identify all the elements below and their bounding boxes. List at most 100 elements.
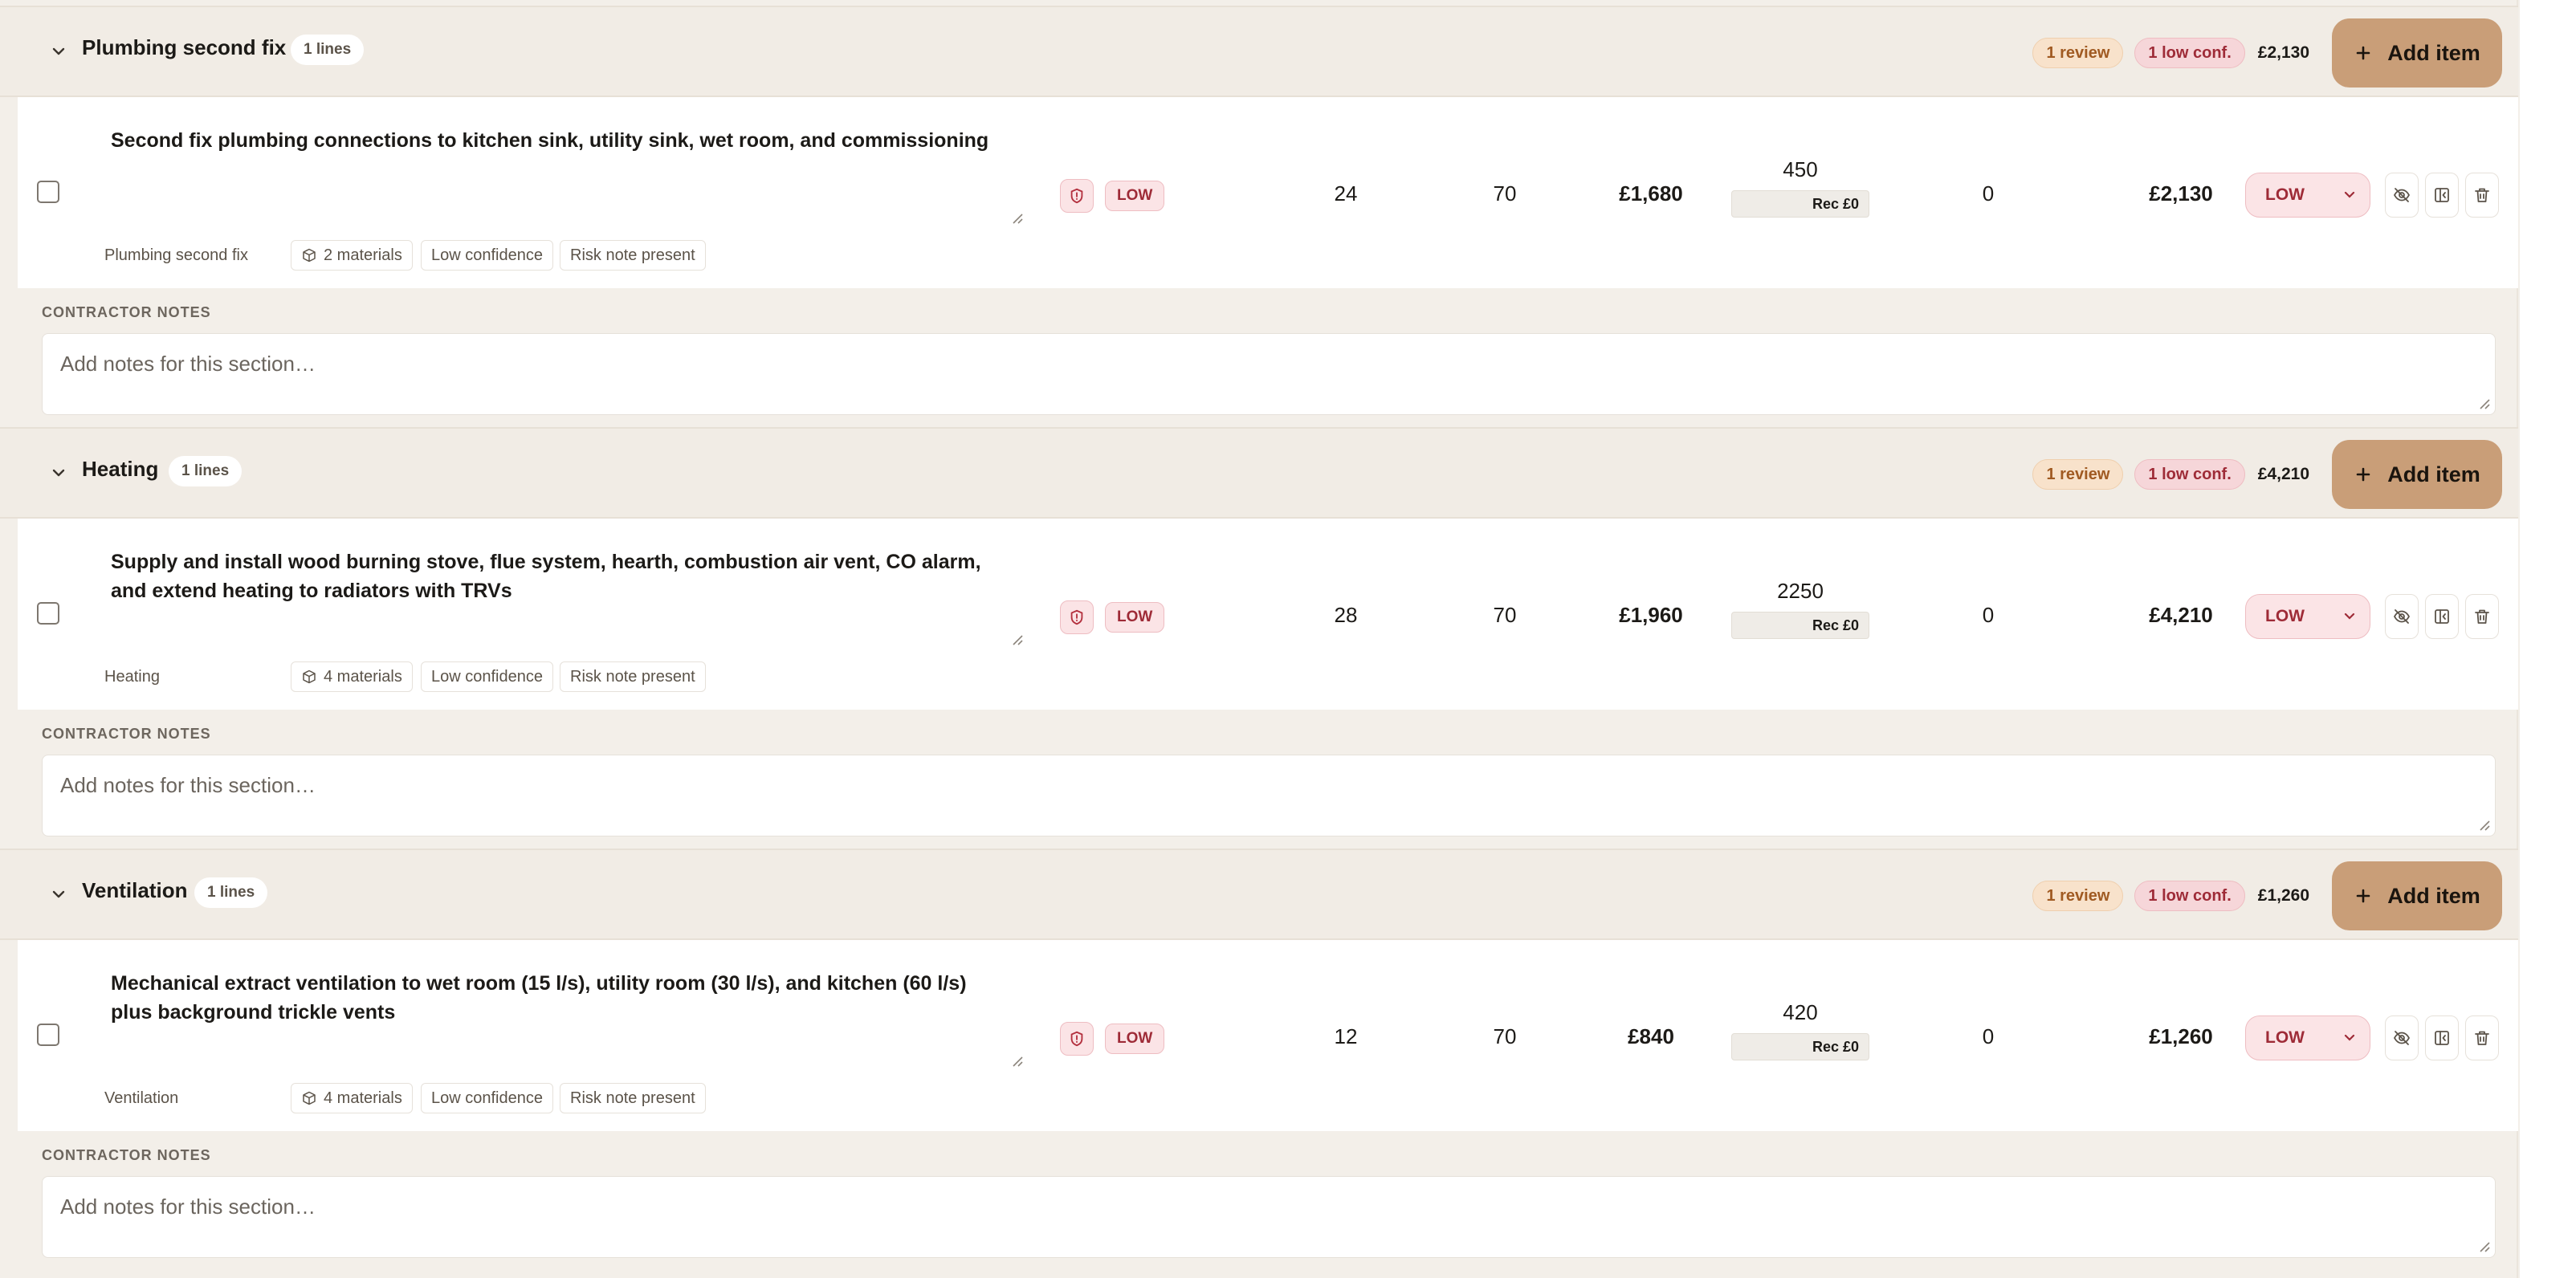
confidence-select[interactable]: LOW [2245, 173, 2370, 218]
section-total: £1,260 [2257, 886, 2309, 905]
chevron-down-icon [2344, 613, 2355, 620]
trash-icon[interactable] [2465, 1015, 2499, 1060]
box-icon [303, 1091, 316, 1105]
contractor-notes-input[interactable]: Add notes for this section… [42, 1176, 2496, 1258]
risk-badge: LOW [1105, 1024, 1165, 1054]
trash-icon[interactable] [2465, 173, 2499, 218]
confidence-select[interactable]: LOW [2245, 594, 2370, 639]
low-confidence-tag: Low confidence [421, 661, 553, 692]
quantity-value[interactable]: 12 [1298, 1024, 1394, 1049]
section-ventilation: Ventilation 1 lines 1 review 1 low conf.… [0, 849, 2518, 1270]
line-total: £2,130 [2149, 181, 2213, 206]
materials-tag[interactable]: 4 materials [291, 1083, 413, 1113]
line-item-row: Supply and install wood burning stove, f… [18, 519, 2518, 710]
line-total: £1,260 [2149, 1024, 2213, 1048]
line-description[interactable]: Mechanical extract ventilation to wet ro… [111, 969, 1042, 1086]
resize-handle-icon[interactable] [1010, 1054, 1023, 1067]
materials-cell: 2250 Rec £0 [1731, 576, 1869, 639]
resize-handle-icon[interactable] [1010, 211, 1023, 224]
panel-icon[interactable] [2425, 173, 2459, 218]
materials-tag[interactable]: 4 materials [291, 661, 413, 692]
quantity-value[interactable]: 28 [1298, 603, 1394, 628]
low-confidence-badge: 1 low conf. [2134, 459, 2245, 490]
eye-off-icon[interactable] [2385, 173, 2419, 218]
notes-placeholder: Add notes for this section… [60, 352, 316, 376]
box-icon [303, 670, 316, 684]
rate-value[interactable]: 70 [1457, 1024, 1553, 1049]
low-confidence-tag: Low confidence [421, 240, 553, 271]
chevron-down-icon[interactable] [47, 461, 71, 485]
rate-value[interactable]: 70 [1457, 603, 1553, 628]
section-title: Heating [82, 457, 159, 481]
plus-icon [2356, 46, 2370, 60]
materials-value[interactable]: 2250 [1731, 576, 1869, 605]
resize-handle-icon[interactable] [2477, 397, 2490, 409]
section-header-actions: 1 review 1 low conf. £2,130 Add item [2032, 18, 2502, 88]
materials-tag[interactable]: 2 materials [291, 240, 413, 271]
category-label: Ventilation [104, 1089, 179, 1107]
line-description[interactable]: Supply and install wood burning stove, f… [111, 547, 1042, 665]
category-label: Plumbing second fix [104, 246, 248, 264]
quantity-value[interactable]: 24 [1298, 181, 1394, 206]
row-checkbox[interactable] [37, 181, 59, 203]
line-count-badge: 1 lines [169, 456, 243, 486]
materials-value[interactable]: 450 [1731, 155, 1869, 184]
low-confidence-badge: 1 low conf. [2134, 38, 2245, 68]
section-header: Plumbing second fix 1 lines 1 review 1 l… [0, 6, 2518, 97]
confidence-value: LOW [2265, 1028, 2305, 1047]
trash-icon[interactable] [2465, 594, 2499, 639]
review-badge: 1 review [2032, 881, 2124, 911]
contractor-notes-input[interactable]: Add notes for this section… [42, 755, 2496, 836]
panel-icon[interactable] [2425, 1015, 2459, 1060]
line-count-badge: 1 lines [194, 877, 268, 908]
section-plumbing-second-fix: Plumbing second fix 1 lines 1 review 1 l… [0, 6, 2518, 427]
section-header: Ventilation 1 lines 1 review 1 low conf.… [0, 849, 2518, 940]
risk-note-tag: Risk note present [560, 1083, 706, 1113]
resize-handle-icon[interactable] [1010, 633, 1023, 645]
line-count-badge: 1 lines [291, 35, 365, 65]
add-item-label: Add item [2387, 40, 2480, 65]
row-checkbox[interactable] [37, 1024, 59, 1046]
resize-handle-icon[interactable] [2477, 818, 2490, 831]
risk-note-tag: Risk note present [560, 661, 706, 692]
section-total: £4,210 [2257, 465, 2309, 483]
chevron-down-icon[interactable] [47, 882, 71, 906]
right-gutter [2520, 0, 2576, 1278]
panel-icon[interactable] [2425, 594, 2459, 639]
estimate-sections-canvas: Plumbing second fix 1 lines 1 review 1 l… [0, 0, 2576, 1278]
rate-value[interactable]: 70 [1457, 181, 1553, 206]
add-item-button[interactable]: Add item [2332, 440, 2502, 509]
contractor-notes-label: CONTRACTOR NOTES [42, 726, 211, 742]
eye-off-icon[interactable] [2385, 594, 2419, 639]
confidence-select[interactable]: LOW [2245, 1015, 2370, 1060]
line-description[interactable]: Second fix plumbing connections to kitch… [111, 126, 1042, 243]
shield-alert-icon [1060, 179, 1094, 213]
add-item-button[interactable]: Add item [2332, 18, 2502, 88]
section-title: Plumbing second fix [82, 35, 287, 59]
section-header-actions: 1 review 1 low conf. £4,210 Add item [2032, 440, 2502, 509]
shield-alert-icon [1060, 600, 1094, 634]
section-header-actions: 1 review 1 low conf. £1,260 Add item [2032, 861, 2502, 930]
materials-cell: 420 Rec £0 [1731, 998, 1869, 1060]
chevron-down-icon [2344, 1034, 2355, 1041]
section-header: Heating 1 lines 1 review 1 low conf. £4,… [0, 427, 2518, 519]
row-checkbox[interactable] [37, 602, 59, 625]
resize-handle-icon[interactable] [2477, 1239, 2490, 1252]
extra-value[interactable]: 0 [1940, 603, 2036, 628]
extra-value[interactable]: 0 [1940, 181, 2036, 206]
low-confidence-tag: Low confidence [421, 1083, 553, 1113]
add-item-button[interactable]: Add item [2332, 861, 2502, 930]
eye-off-icon[interactable] [2385, 1015, 2419, 1060]
labour-total: £1,680 [1619, 181, 1683, 206]
add-item-label: Add item [2387, 883, 2480, 908]
plus-icon [2356, 889, 2370, 903]
notes-placeholder: Add notes for this section… [60, 1195, 316, 1219]
contractor-notes-input[interactable]: Add notes for this section… [42, 333, 2496, 415]
box-icon [303, 248, 316, 263]
low-confidence-badge: 1 low conf. [2134, 881, 2245, 911]
recommended-materials: Rec £0 [1731, 1033, 1869, 1060]
extra-value[interactable]: 0 [1940, 1024, 2036, 1049]
sections-column: Plumbing second fix 1 lines 1 review 1 l… [0, 0, 2518, 1278]
materials-value[interactable]: 420 [1731, 998, 1869, 1027]
chevron-down-icon[interactable] [47, 39, 71, 63]
